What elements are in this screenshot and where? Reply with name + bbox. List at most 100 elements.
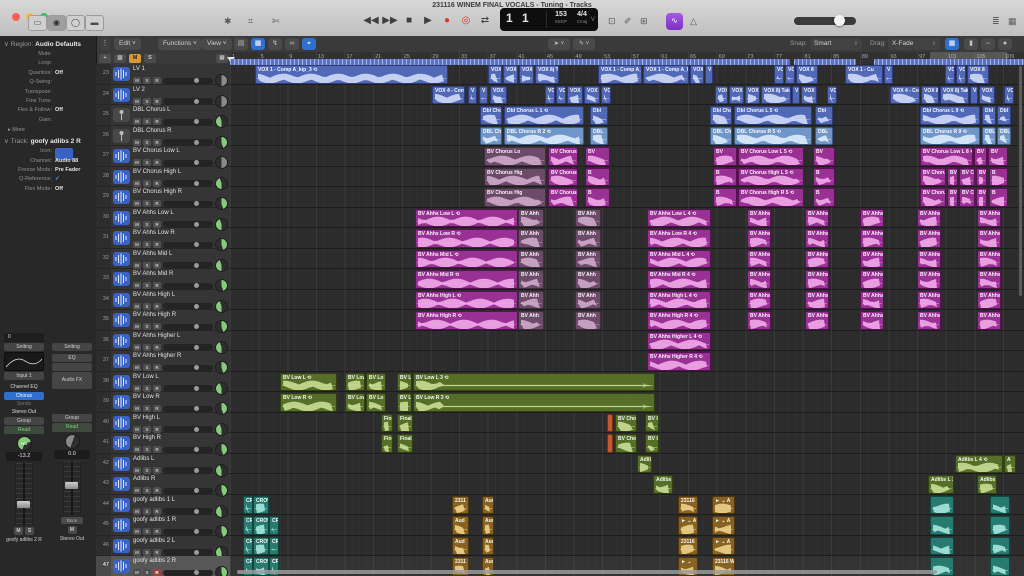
region[interactable]: BV bbox=[974, 147, 987, 166]
region[interactable]: ► ⌄ A bbox=[678, 516, 698, 535]
audio-track-icon[interactable] bbox=[113, 334, 130, 348]
region[interactable]: BV Chorus bbox=[548, 188, 578, 207]
record-enable-button[interactable]: R bbox=[153, 569, 161, 576]
track-volume-slider[interactable] bbox=[163, 365, 213, 371]
mute-button[interactable]: M bbox=[133, 467, 141, 474]
strip-slot-setting[interactable]: Setting bbox=[52, 343, 92, 351]
record-enable-button[interactable]: R bbox=[153, 344, 161, 351]
region[interactable]: BV Ahhs bbox=[805, 270, 829, 289]
region[interactable]: BV Ahhs L bbox=[917, 209, 941, 228]
track-volume-slider[interactable] bbox=[163, 529, 213, 535]
track-volume-slider[interactable] bbox=[163, 385, 213, 391]
pointer-tool-select[interactable]: ➤ ˅ bbox=[548, 38, 570, 50]
solo-button[interactable]: S bbox=[143, 364, 151, 371]
track-volume-slider[interactable] bbox=[163, 78, 213, 84]
chevron-down-icon[interactable]: ᐯ bbox=[591, 16, 595, 23]
region[interactable]: BV Ahhs High L 4 ⟲ bbox=[647, 291, 711, 310]
param-value[interactable]: Off bbox=[55, 106, 63, 115]
audio-track-icon[interactable] bbox=[113, 293, 130, 307]
region[interactable]: B bbox=[989, 168, 1008, 187]
strip-slot-group[interactable]: Group bbox=[4, 417, 44, 425]
region[interactable]: VO bbox=[827, 86, 837, 105]
region[interactable]: DBL bbox=[982, 127, 996, 146]
audio-track-icon[interactable] bbox=[113, 457, 130, 471]
region[interactable]: V bbox=[468, 86, 477, 105]
region[interactable]: BV bbox=[713, 147, 737, 166]
track-volume-slider[interactable] bbox=[163, 508, 213, 514]
solo-button[interactable]: S bbox=[143, 139, 151, 146]
region[interactable]: Dbl Cho bbox=[710, 106, 732, 125]
mic-track-icon[interactable] bbox=[113, 108, 130, 122]
solo-button[interactable]: S bbox=[143, 98, 151, 105]
track-row[interactable]: 45goofy adlibs 1 RMSR bbox=[96, 515, 230, 536]
mute-button[interactable]: M bbox=[133, 262, 141, 269]
mute-button[interactable]: M bbox=[133, 159, 141, 166]
record-enable-button[interactable]: R bbox=[153, 549, 161, 556]
track-volume-slider[interactable] bbox=[163, 160, 213, 166]
drag-select[interactable]: X-Fade bbox=[888, 38, 940, 50]
fader-cap[interactable] bbox=[65, 482, 78, 489]
region[interactable]: 2311 bbox=[452, 496, 469, 515]
region[interactable]: BV Cho bbox=[615, 414, 637, 433]
arrange-track-lane[interactable] bbox=[230, 208, 1024, 229]
solo-button[interactable]: S bbox=[143, 385, 151, 392]
region[interactable]: BV Ahhs Mid R ⟲ bbox=[415, 270, 518, 289]
volume-knob[interactable] bbox=[194, 181, 199, 186]
track-row[interactable]: 32BV Ahhs Mid LMSR bbox=[96, 249, 230, 270]
plugin-badge-icon[interactable]: ∿ bbox=[666, 13, 683, 30]
region[interactable]: CROW bbox=[253, 516, 269, 535]
arrange-track-lane[interactable] bbox=[230, 310, 1024, 331]
track-row[interactable]: 47goofy adlibs 2 RMSR bbox=[96, 556, 230, 576]
strip-slot-channel-eq[interactable]: Channel EQ bbox=[4, 384, 44, 391]
arrange-track-lane[interactable] bbox=[230, 249, 1024, 270]
menu-functions[interactable]: Functions ˅ bbox=[158, 38, 202, 50]
strip-mute-button[interactable]: M bbox=[14, 527, 23, 535]
region[interactable] bbox=[930, 537, 954, 556]
region[interactable]: BV Ahhs L bbox=[747, 209, 771, 228]
solo-button[interactable]: S bbox=[143, 118, 151, 125]
volume-knob[interactable] bbox=[194, 529, 199, 534]
region[interactable]: BV Ahhs H bbox=[860, 291, 884, 310]
region[interactable] bbox=[990, 516, 1010, 535]
region[interactable]: Adlibs bbox=[637, 455, 652, 474]
region[interactable]: BV Ahhs H bbox=[977, 291, 1001, 310]
region[interactable]: DBL Chorus R 5 ⟲ bbox=[734, 127, 812, 146]
track-row[interactable]: 27BV Chorus Low LMSR bbox=[96, 146, 230, 167]
track-volume-slider[interactable] bbox=[163, 467, 213, 473]
mute-button[interactable]: M bbox=[133, 446, 141, 453]
strip-slot-read[interactable]: Read bbox=[4, 426, 44, 434]
region[interactable]: BV Ahhs bbox=[860, 270, 884, 289]
region[interactable]: BV Ahhs Low L ⟲ bbox=[415, 209, 518, 228]
region[interactable]: VOX bbox=[567, 86, 583, 105]
region[interactable]: BV Chorus High R 5 ⟲ bbox=[738, 188, 804, 207]
region[interactable]: CR bbox=[269, 516, 279, 535]
region[interactable]: Aud bbox=[452, 516, 469, 535]
audio-track-icon[interactable] bbox=[113, 559, 130, 573]
arrange-track-lane[interactable] bbox=[230, 454, 1024, 475]
region[interactable]: VO bbox=[774, 65, 784, 84]
region[interactable]: Fin bbox=[381, 414, 393, 433]
record-enable-button[interactable]: R bbox=[153, 282, 161, 289]
region[interactable]: Dbl bbox=[982, 106, 996, 125]
region[interactable]: V bbox=[970, 86, 978, 105]
region[interactable]: BV Low L ⟲ bbox=[280, 373, 337, 392]
arrange-track-lane[interactable] bbox=[230, 536, 1024, 557]
region[interactable]: V bbox=[884, 65, 893, 84]
menu-edit[interactable]: Edit ˅ bbox=[114, 38, 141, 50]
volume-knob[interactable] bbox=[194, 509, 199, 514]
arrange-view-icon[interactable]: ▤ bbox=[234, 38, 248, 50]
region[interactable]: VOX 4 - Com bbox=[890, 86, 920, 105]
strip-slot-eq[interactable]: EQ bbox=[52, 354, 92, 362]
region[interactable]: ► ⌄ A bbox=[712, 516, 735, 535]
region[interactable]: BV Ahhs L bbox=[747, 229, 771, 248]
mute-button[interactable]: M bbox=[133, 303, 141, 310]
region[interactable]: BV Ahhs L bbox=[805, 209, 829, 228]
arrange-track-lane[interactable] bbox=[230, 146, 1024, 167]
region[interactable]: Aud bbox=[482, 537, 494, 556]
region[interactable]: BV Ahhs L bbox=[977, 209, 1001, 228]
solo-button[interactable]: S bbox=[143, 528, 151, 535]
region[interactable]: BV Chorus Hig bbox=[484, 168, 546, 187]
strip-slot-group[interactable]: Group bbox=[52, 414, 92, 422]
arrange-track-lane[interactable] bbox=[230, 474, 1024, 495]
volume-knob[interactable] bbox=[194, 570, 199, 575]
